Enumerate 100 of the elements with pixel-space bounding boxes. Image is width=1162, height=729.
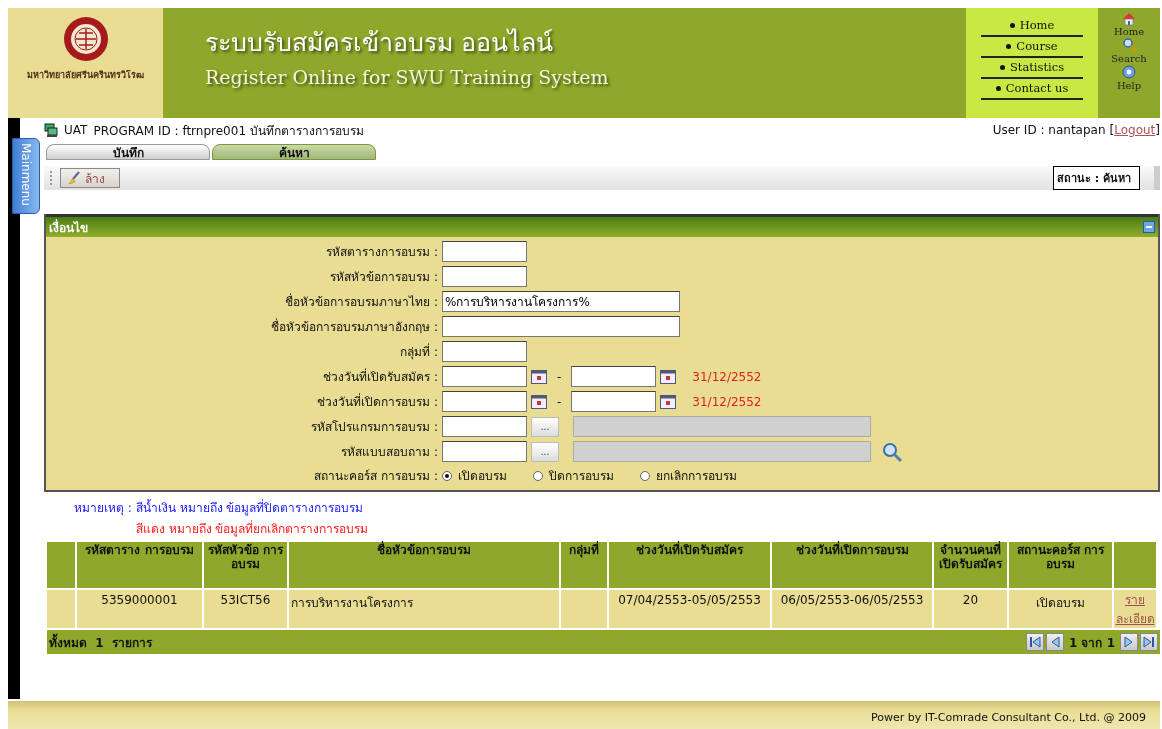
home-icon bbox=[1121, 10, 1137, 26]
previous-page-button[interactable] bbox=[1045, 633, 1064, 651]
bracket: [ bbox=[1109, 123, 1115, 137]
arrow-icon bbox=[1028, 636, 1041, 648]
tab[interactable]: บันทึก bbox=[46, 144, 210, 160]
help-icon bbox=[1121, 64, 1137, 80]
environment-label: UAT bbox=[64, 123, 88, 137]
date-field[interactable] bbox=[571, 366, 657, 387]
input-field[interactable] bbox=[442, 441, 527, 462]
date-field[interactable] bbox=[442, 366, 527, 387]
legend-text: สีแดง หมายถึง ข้อมูลที่ยกเลิกตารางการอบรม bbox=[135, 519, 369, 538]
lookup-button[interactable]: ... bbox=[531, 416, 559, 437]
column-header bbox=[47, 542, 75, 588]
user-id: User ID : nantapan bbox=[992, 123, 1106, 137]
total-count: ทั้งหมด 1 รายการ bbox=[49, 632, 153, 652]
column-header: กลุ่มที่ bbox=[561, 542, 607, 588]
minimize-icon[interactable] bbox=[1143, 221, 1155, 233]
table-cell: 5359000001 bbox=[77, 590, 202, 628]
field-label: รหัสโปรแกรมการอบรม : bbox=[310, 419, 438, 436]
range-separator: - bbox=[557, 369, 562, 384]
calendar-icon[interactable] bbox=[531, 394, 547, 409]
next-page-button[interactable] bbox=[1120, 633, 1138, 651]
table-cell: การบริหารงานโครงการ bbox=[289, 590, 559, 628]
calendar-icon[interactable] bbox=[531, 369, 547, 384]
column-header: ชื่อหัวข้อการอบรม bbox=[289, 542, 559, 588]
lookup-button[interactable]: ... bbox=[531, 441, 559, 462]
details-link[interactable]: รายละเอียด bbox=[1114, 590, 1156, 628]
date-field[interactable] bbox=[442, 391, 527, 412]
field-label: ช่วงวันที่เปิดรับสมัคร : bbox=[322, 367, 438, 386]
field-label: ชื่อหัวข้อการอบรมภาษาไทย : bbox=[284, 292, 438, 311]
table-cell: 20 bbox=[934, 590, 1007, 628]
column-header: สถานะคอร์ส การอบรม bbox=[1009, 542, 1112, 588]
column-header: จำนวนคนที่เปิดรับสมัคร bbox=[934, 542, 1007, 588]
input-field[interactable] bbox=[442, 241, 527, 262]
readonly-field[interactable] bbox=[573, 441, 871, 462]
radio-label[interactable]: ปิดการอบรม bbox=[549, 466, 614, 485]
quick-link[interactable]: Search bbox=[1111, 37, 1147, 64]
broom-icon bbox=[67, 171, 81, 185]
university-seal-drawing bbox=[62, 16, 109, 62]
input-field[interactable] bbox=[442, 266, 527, 287]
first-page-button[interactable] bbox=[1025, 633, 1044, 651]
input-field[interactable] bbox=[442, 416, 527, 437]
nav-link[interactable]: Course bbox=[981, 37, 1083, 58]
column-header bbox=[1114, 542, 1156, 588]
field-label: ช่วงวันที่เปิดการอบรม : bbox=[316, 392, 438, 411]
calendar-icon[interactable] bbox=[660, 394, 677, 409]
table-cell: เปิดอบรม bbox=[1009, 590, 1112, 628]
table-cell bbox=[561, 590, 607, 628]
table-cell: 06/05/2553-06/05/2553 bbox=[772, 590, 932, 628]
search-icon[interactable] bbox=[881, 441, 903, 462]
page-info: 1 จาก 1 bbox=[1068, 634, 1115, 652]
field-label: รหัสตารางการอบรม : bbox=[325, 244, 438, 261]
field-label: กลุ่มที่ : bbox=[399, 342, 438, 361]
column-header: รหัสตาราง การอบรม bbox=[77, 542, 202, 588]
range-separator: - bbox=[557, 394, 562, 409]
quick-link[interactable]: Help bbox=[1116, 64, 1142, 91]
nav-link[interactable]: Contact us bbox=[981, 79, 1083, 100]
search-icon bbox=[1121, 37, 1137, 53]
field-label: รหัสแบบสอบถาม : bbox=[340, 444, 438, 461]
program-id: PROGRAM ID : ftrnpre001 บันทึกตารางการอบรม bbox=[93, 122, 364, 140]
computer-icon bbox=[44, 123, 58, 137]
nav-link[interactable]: Home bbox=[981, 16, 1083, 37]
radio-button[interactable] bbox=[533, 470, 543, 481]
input-field[interactable] bbox=[442, 316, 680, 337]
table-cell: 53ICT56 bbox=[204, 590, 287, 628]
column-header: ช่วงวันที่เปิดการอบรม bbox=[772, 542, 932, 588]
field-label: ชื่อหัวข้อการอบรมภาษาอังกฤษ : bbox=[270, 317, 438, 336]
logout-link[interactable]: Logout bbox=[1114, 123, 1156, 137]
field-label: สถานะคอร์ส การอบรม : bbox=[313, 468, 438, 485]
radio-button[interactable] bbox=[442, 470, 452, 481]
university-name: มหาวิทยาลัยศรีนครินทรวิโรฒ bbox=[27, 69, 144, 82]
date-note: 31/12/2552 bbox=[692, 369, 762, 384]
status-label: สถานะ : ค้นหา bbox=[1052, 166, 1140, 190]
column-header: รหัสหัวข้อ การอบรม bbox=[204, 542, 287, 588]
system-subtitle: Register Online for SWU Training System bbox=[205, 66, 610, 88]
date-field[interactable] bbox=[571, 391, 657, 412]
input-field[interactable] bbox=[442, 341, 527, 362]
radio-label[interactable]: ยกเลิกการอบรม bbox=[656, 466, 737, 485]
section-title: เงื่อนไข bbox=[49, 218, 88, 237]
copyright-text: Power by IT-Comrade Consultant Co., Ltd. @ 2009 bbox=[871, 711, 1146, 724]
input-field[interactable]: %การบริหารงานโครงการ% bbox=[442, 291, 680, 312]
bracket: ] bbox=[1155, 123, 1160, 137]
legend-text: สีน้ำเงิน หมายถึง ข้อมูลที่ปิดตารางการอบรม bbox=[135, 498, 365, 517]
tab[interactable]: ค้นหา bbox=[212, 144, 376, 160]
arrow-icon bbox=[1143, 636, 1155, 648]
radio-label[interactable]: เปิดอบรม bbox=[458, 466, 507, 485]
quick-link[interactable]: Home bbox=[1113, 10, 1145, 37]
last-page-button[interactable] bbox=[1140, 633, 1158, 651]
readonly-field[interactable] bbox=[573, 416, 871, 437]
column-header: ช่วงวันที่เปิดรับสมัคร bbox=[609, 542, 770, 588]
note-label: หมายเหตุ : bbox=[74, 500, 132, 517]
arrow-icon bbox=[1123, 636, 1135, 648]
table-cell: 07/04/2553-05/05/2553 bbox=[609, 590, 770, 628]
calendar-icon[interactable] bbox=[660, 369, 677, 384]
radio-button[interactable] bbox=[640, 470, 650, 481]
system-title: ระบบรับสมัครเข้าอบรม ออนไลน์ bbox=[205, 27, 554, 59]
table-cell bbox=[47, 590, 75, 628]
clear-button[interactable]: ล้าง bbox=[60, 168, 120, 188]
date-note: 31/12/2552 bbox=[692, 394, 762, 409]
nav-link[interactable]: Statistics bbox=[981, 58, 1083, 79]
